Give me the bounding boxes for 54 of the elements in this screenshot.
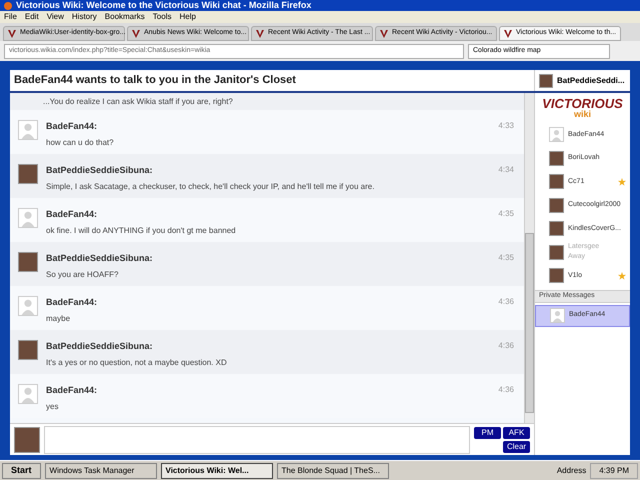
- wiki-logo-sub: wiki: [574, 110, 591, 119]
- site-logo-icon: [132, 30, 140, 38]
- message-text: ok fine. I will do ANYTHING if you don't gt me banned: [46, 224, 237, 236]
- taskbar-item[interactable]: The Blonde Squad | TheS...: [276, 462, 389, 478]
- menu-item[interactable]: File: [4, 13, 17, 21]
- message-author: BatPeddieSeddieSibuna:: [46, 340, 154, 353]
- message-author: BatPeddieSeddieSibuna:: [46, 252, 154, 265]
- menu-item[interactable]: Help: [179, 13, 196, 21]
- message-author: BadeFan44:: [46, 296, 98, 309]
- taskbar-item[interactable]: Victorious Wiki: Wel...: [160, 462, 273, 478]
- window-title: Victorious Wiki: Welcome to the Victorious Wiki chat - Mozilla Firefox: [16, 1, 312, 10]
- clock: 4:39 PM: [590, 462, 638, 478]
- message-text: It's a yes or no question, not a maybe question. XD: [46, 356, 228, 368]
- chat-button[interactable]: Clear: [503, 440, 530, 452]
- default-avatar-icon: [550, 308, 565, 323]
- message-time: 4:33: [498, 120, 514, 132]
- taskbar-item[interactable]: Windows Task Manager: [44, 462, 157, 478]
- site-logo-icon: [8, 30, 16, 38]
- menu-item[interactable]: Edit: [24, 13, 39, 21]
- message-text: maybe: [46, 312, 72, 324]
- menu-item[interactable]: View: [46, 13, 64, 21]
- menu-item[interactable]: History: [72, 13, 97, 21]
- message-text: how can u do that?: [46, 136, 115, 148]
- message-time: 4:36: [498, 384, 514, 396]
- message-author: BadeFan44:: [46, 208, 98, 221]
- menu-item[interactable]: Tools: [152, 13, 172, 21]
- scrollbar[interactable]: [524, 93, 534, 423]
- wiki-logo: VICTORIOUS: [542, 97, 623, 110]
- firefox-icon: [4, 2, 12, 10]
- message-text: So you are HOAFF?: [46, 268, 120, 280]
- address-label: Address: [556, 464, 586, 476]
- user-photo-placeholder: [539, 74, 553, 88]
- menu-item[interactable]: Bookmarks: [104, 13, 145, 21]
- message-time: 4:36: [498, 296, 514, 308]
- message-author: BatPeddieSeddieSibuna:: [46, 164, 154, 177]
- message-input[interactable]: [44, 426, 470, 454]
- message-text: yes: [46, 400, 60, 412]
- message-text: Simple, I ask Sacatage, a checkuser, to check, he'll check your IP, and he'll tell me if you are.: [46, 180, 376, 192]
- site-logo-icon: [504, 30, 512, 38]
- message-time: 4:36: [498, 340, 514, 352]
- start-button[interactable]: Start: [2, 462, 41, 478]
- message-author: BadeFan44:: [46, 384, 98, 397]
- user-photo-placeholder: [14, 426, 40, 452]
- message-author: BadeFan44:: [46, 120, 98, 133]
- chat-header: BadeFan44 wants to talk to you in the Janitor's Closet: [13, 73, 297, 88]
- message-time: 4:35: [498, 252, 514, 264]
- current-user: BatPeddieSeddi...: [534, 70, 630, 91]
- message-time: 4:35: [498, 208, 514, 220]
- site-logo-icon: [380, 30, 388, 38]
- message-time: 4:34: [498, 164, 514, 176]
- chat-button[interactable]: AFK: [503, 426, 530, 438]
- chat-button[interactable]: PM: [474, 426, 501, 438]
- site-logo-icon: [256, 30, 264, 38]
- message-text: ...You do realize I can ask Wikia staff if you are, right?: [10, 93, 524, 110]
